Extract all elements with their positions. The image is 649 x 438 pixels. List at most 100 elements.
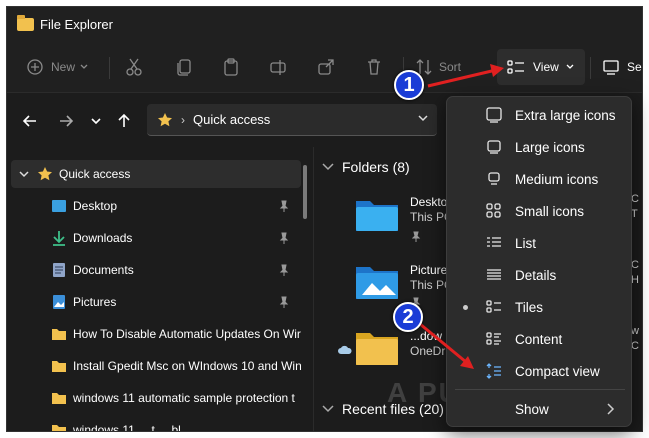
details-icon <box>485 267 503 283</box>
scissors-icon <box>126 58 142 76</box>
view-button[interactable]: View <box>497 49 585 85</box>
list-icon <box>485 235 503 251</box>
menu-item-label: Content <box>515 331 563 347</box>
sidebar-item-label: Quick access <box>59 167 131 181</box>
menu-item-large-icons[interactable]: Large icons <box>447 131 631 163</box>
menu-item-label: Tiles <box>515 299 544 315</box>
menu-item-compact-view[interactable]: Compact view <box>447 355 631 387</box>
rename-icon <box>270 60 286 75</box>
menu-item-list[interactable]: List <box>447 227 631 259</box>
sidebar-item-folder[interactable]: Install Gpedit Msc on WIndows 10 and Win <box>11 352 301 380</box>
folder-icon <box>356 333 398 365</box>
folder-icon <box>17 14 34 31</box>
sidebar-item-documents[interactable]: Documents <box>11 256 301 284</box>
delete-button[interactable] <box>365 49 383 85</box>
picture-icon <box>51 294 67 310</box>
sidebar-item-quick-access[interactable]: Quick access <box>11 160 301 188</box>
menu-item-label: Medium icons <box>515 171 599 187</box>
cut-button[interactable] <box>125 49 143 85</box>
small-icons-icon <box>485 203 503 219</box>
monitor-icon <box>603 60 619 75</box>
arrow-right-icon <box>60 115 74 127</box>
pin-icon <box>279 264 289 276</box>
pictures-folder-icon <box>356 267 398 299</box>
view-label: View <box>533 60 559 74</box>
title-bar: File Explorer <box>7 7 642 41</box>
arrow-left-icon <box>22 115 36 127</box>
clipped-text: C <box>631 193 639 205</box>
copy-button[interactable] <box>175 49 193 85</box>
menu-item-label: Compact view <box>515 363 600 379</box>
back-button[interactable] <box>21 112 39 130</box>
sidebar-item-label: Install Gpedit Msc on WIndows 10 and Win <box>73 359 301 373</box>
clipped-text: C <box>631 259 639 271</box>
menu-item-label: Large icons <box>515 139 585 155</box>
sidebar-item-label: windows 11 ... t ... bl... <box>73 423 191 432</box>
forward-button[interactable] <box>57 112 75 130</box>
address-bar[interactable]: › Quick access <box>147 104 437 136</box>
download-icon <box>51 230 67 246</box>
command-bar: New Sort View Se <box>7 41 642 93</box>
chevron-down-icon <box>322 163 334 171</box>
chevron-down-icon <box>322 405 334 413</box>
breadcrumb-separator: › <box>181 112 185 127</box>
sidebar-item-label: Desktop <box>73 199 118 213</box>
chevron-down-icon <box>19 171 29 178</box>
view-icon <box>507 60 524 74</box>
pin-icon <box>279 200 289 212</box>
menu-item-label: List <box>515 235 537 251</box>
address-location: Quick access <box>193 112 271 127</box>
share-icon <box>318 59 334 75</box>
folders-section-header[interactable]: Folders (8) <box>322 159 410 175</box>
sidebar-item-desktop[interactable]: Desktop <box>11 192 301 220</box>
menu-item-extra-large-icons[interactable]: Extra large icons <box>447 99 631 131</box>
sidebar-item-folder[interactable]: How To Disable Automatic Updates On Wir <box>11 320 301 348</box>
compact-view-icon <box>485 363 503 379</box>
sidebar-item-downloads[interactable]: Downloads <box>11 224 301 252</box>
sidebar-item-label: Downloads <box>73 231 133 245</box>
content-icon <box>485 331 503 347</box>
chevron-right-icon <box>607 403 615 415</box>
sort-label: Sort <box>439 60 462 74</box>
menu-item-show[interactable]: Show <box>447 393 631 425</box>
sidebar-item-label: windows 11 automatic sample protection t <box>73 391 295 405</box>
menu-item-medium-icons[interactable]: Medium icons <box>447 163 631 195</box>
folder-icon <box>51 422 67 431</box>
new-label: New <box>51 60 76 74</box>
sidebar-item-label: How To Disable Automatic Updates On Wir <box>73 327 301 341</box>
sidebar-item-label: Documents <box>73 263 134 277</box>
large-icons-icon <box>485 139 503 155</box>
up-button[interactable] <box>115 112 133 130</box>
menu-item-content[interactable]: Content <box>447 323 631 355</box>
new-button[interactable]: New <box>27 49 89 85</box>
step-badge-2: 2 <box>393 302 423 332</box>
pin-icon <box>412 231 421 242</box>
sidebar-scrollbar[interactable] <box>303 165 307 219</box>
chevron-down-icon <box>91 118 101 125</box>
search-label: Se <box>627 60 642 74</box>
paste-button[interactable] <box>222 49 240 85</box>
recent-locations-button[interactable] <box>87 112 105 130</box>
copy-icon <box>177 59 191 76</box>
chevron-down-icon <box>566 64 574 69</box>
menu-divider <box>455 389 625 390</box>
sidebar-item-folder[interactable]: windows 11 ... t ... bl... <box>11 416 301 432</box>
extra-large-icons-icon <box>485 107 503 123</box>
medium-icons-icon <box>485 171 503 187</box>
document-icon <box>51 262 67 278</box>
menu-item-small-icons[interactable]: Small icons <box>447 195 631 227</box>
menu-item-tiles[interactable]: Tiles <box>447 291 631 323</box>
trash-icon <box>368 59 380 75</box>
menu-item-details[interactable]: Details <box>447 259 631 291</box>
sidebar-item-pictures[interactable]: Pictures <box>11 288 301 316</box>
step-badge-1: 1 <box>394 70 424 100</box>
share-button[interactable] <box>317 49 335 85</box>
sidebar-item-folder[interactable]: windows 11 automatic sample protection t <box>11 384 301 412</box>
menu-item-label: Show <box>515 401 549 417</box>
desktop-folder-icon <box>356 201 398 231</box>
sidebar-item-label: Pictures <box>73 295 117 309</box>
search-button[interactable]: Se <box>603 49 642 85</box>
menu-item-label: Small icons <box>515 203 585 219</box>
chevron-down-icon[interactable] <box>417 112 429 124</box>
rename-button[interactable] <box>269 49 287 85</box>
